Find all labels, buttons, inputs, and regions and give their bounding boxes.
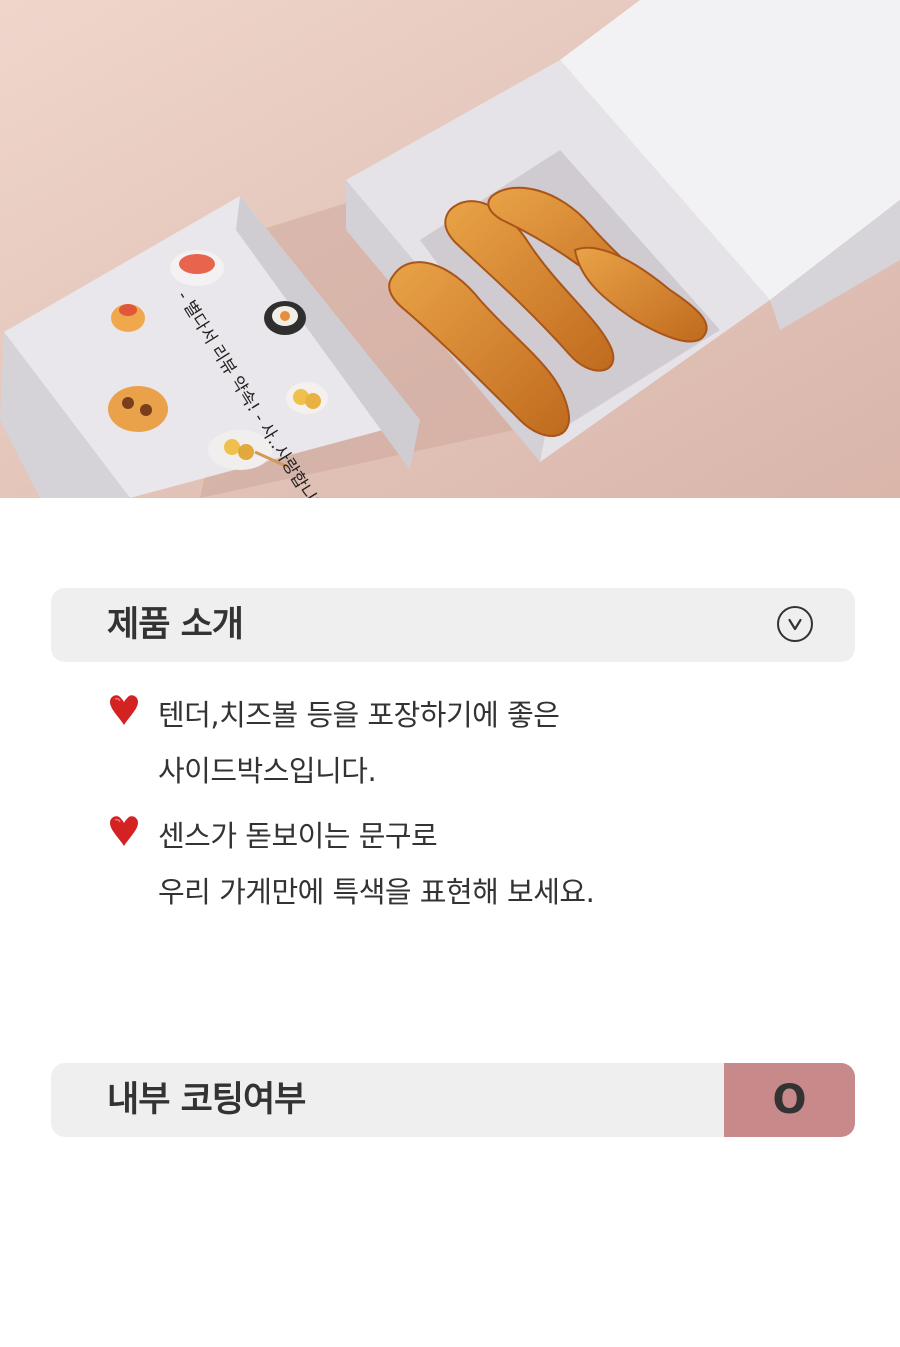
product-photo-illustration: - 별다서 리뷰 약속! - 사..사랑합니다 :) bbox=[0, 0, 900, 498]
coating-value-badge: O bbox=[724, 1063, 855, 1137]
description-line: 센스가 돋보이는 문구로 bbox=[158, 819, 438, 853]
description-line: 사이드박스입니다. bbox=[158, 754, 377, 788]
coating-label: 내부 코팅여부 bbox=[107, 1080, 306, 1120]
product-intro-header[interactable]: 제품 소개 bbox=[51, 588, 855, 662]
description-line: 우리 가게만에 특색을 표현해 보세요. bbox=[158, 875, 595, 909]
heart-icon bbox=[110, 816, 138, 846]
sushi-illustration bbox=[170, 250, 224, 286]
product-photo: - 별다서 리뷰 약속! - 사..사랑합니다 :) bbox=[0, 0, 900, 498]
chevron-down-circle-icon[interactable] bbox=[777, 606, 813, 642]
description-line: 텐더,치즈볼 등을 포장하기에 좋은 bbox=[158, 698, 560, 732]
product-intro-title: 제품 소개 bbox=[107, 605, 244, 645]
coating-row: 내부 코팅여부 O bbox=[51, 1063, 855, 1137]
heart-icon bbox=[110, 695, 138, 725]
